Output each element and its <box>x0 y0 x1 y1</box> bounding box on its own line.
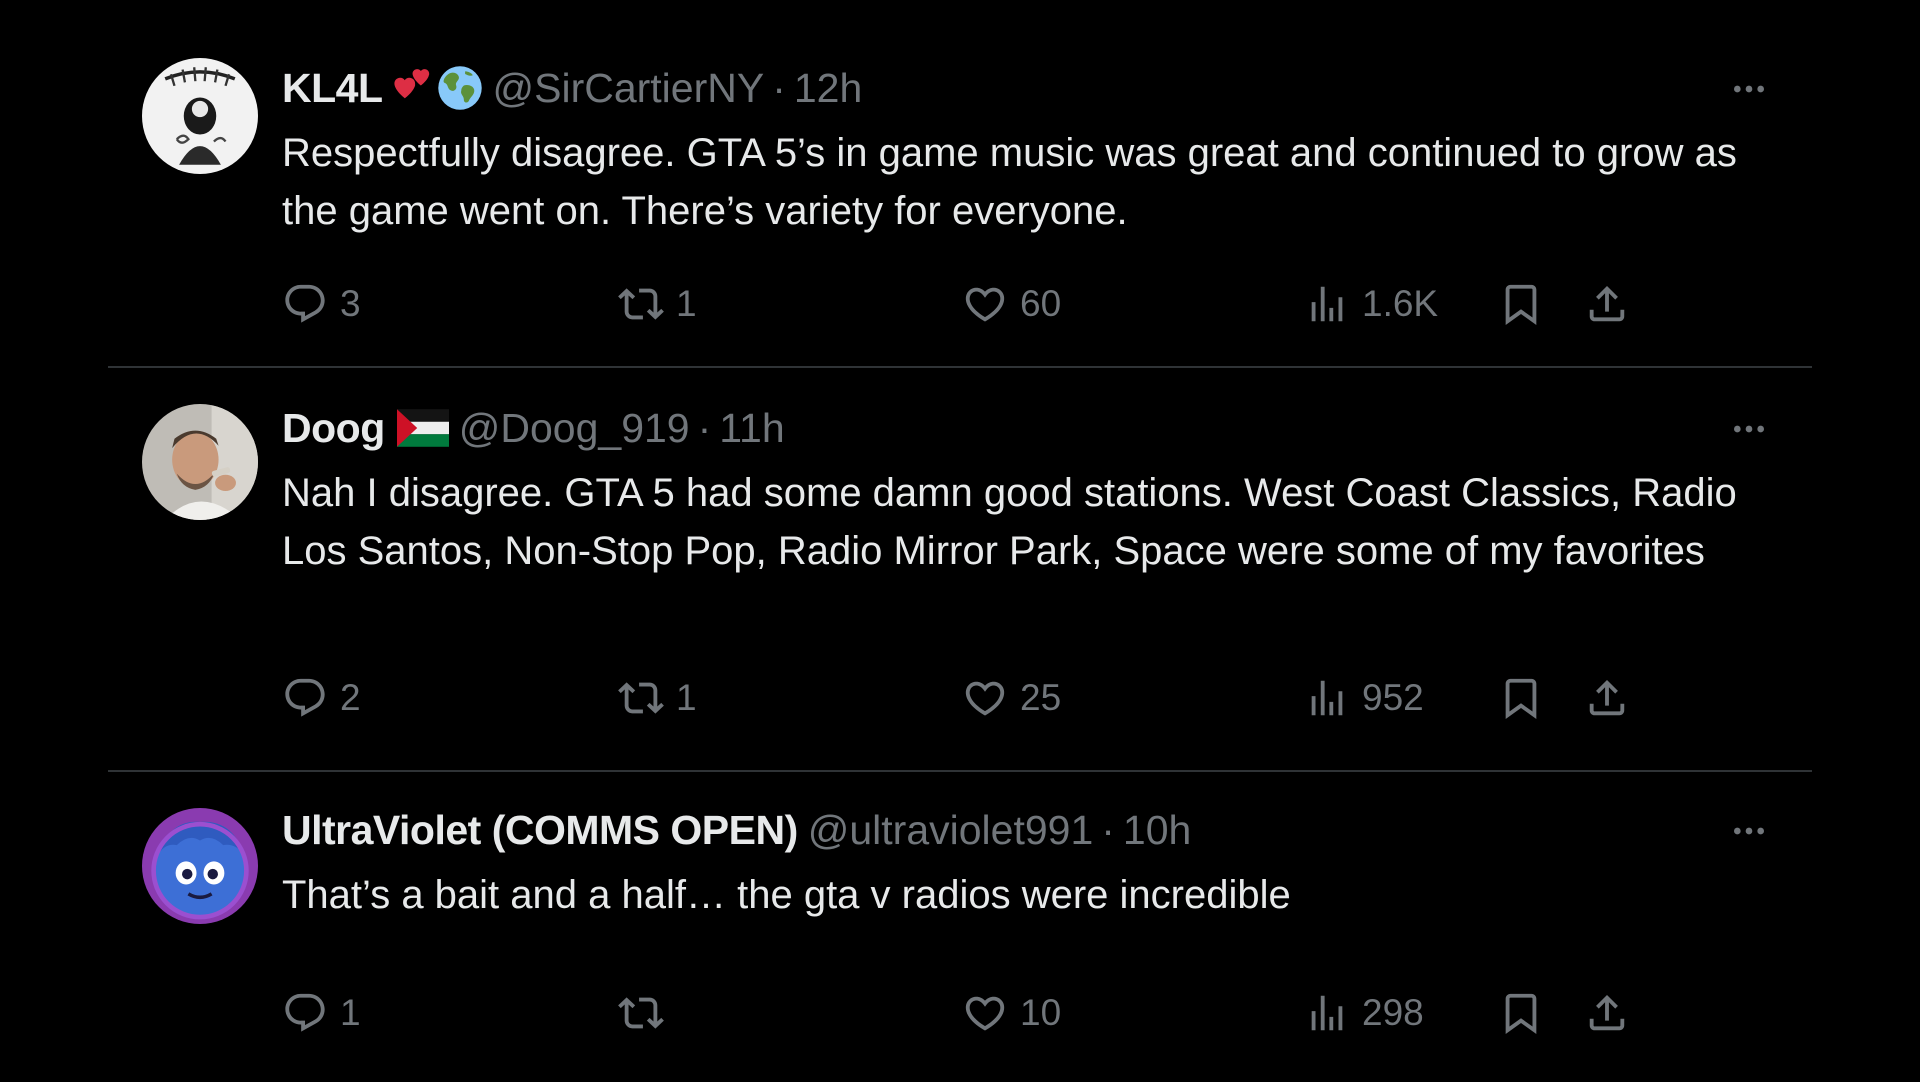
like-button[interactable]: 10 <box>962 985 1061 1041</box>
retweet-arrows-icon <box>618 281 664 327</box>
bookmark-icon <box>1498 281 1544 327</box>
like-count: 60 <box>1020 283 1062 324</box>
like-count: 10 <box>1020 992 1062 1033</box>
views-button[interactable]: 1.6K <box>1304 276 1438 332</box>
retweet-arrows-icon <box>618 675 664 721</box>
like-button[interactable]: 25 <box>962 670 1061 726</box>
tweet-header: UltraViolet (COMMS OPEN) @ultraviolet991… <box>282 802 1191 858</box>
bookmark-button[interactable] <box>1498 985 1544 1041</box>
retweet-button[interactable] <box>618 985 676 1041</box>
bar-chart-icon <box>1304 990 1350 1036</box>
view-count: 952 <box>1362 677 1424 718</box>
share-button[interactable] <box>1584 276 1630 332</box>
like-count: 25 <box>1020 677 1062 718</box>
speech-bubble-icon <box>282 990 328 1036</box>
bookmark-icon <box>1498 990 1544 1036</box>
user-handle[interactable]: @Doog_919 <box>459 405 690 452</box>
retweet-button[interactable]: 1 <box>618 670 697 726</box>
more-options-button[interactable] <box>1726 808 1772 854</box>
reply-count: 2 <box>340 677 361 718</box>
tweet-header: Doog @Doog_919 · 11h <box>282 400 785 456</box>
upload-arrow-icon <box>1584 990 1630 1036</box>
heart-icon <box>962 990 1008 1036</box>
heart-icon <box>962 281 1008 327</box>
reply-count: 3 <box>340 283 361 324</box>
heart-icon <box>962 675 1008 721</box>
avatar[interactable] <box>142 808 258 924</box>
reply-feed: KL4L @SirCartierNY · 12h Respectfully di… <box>108 0 1812 1082</box>
tweet-text: Nah I disagree. GTA 5 had some damn good… <box>282 471 1737 573</box>
display-name[interactable]: UltraViolet (COMMS OPEN) <box>282 807 798 854</box>
retweet-arrows-icon <box>618 990 664 1036</box>
user-handle[interactable]: @SirCartierNY <box>493 65 765 112</box>
reply-button[interactable]: 1 <box>282 985 361 1041</box>
ellipsis-icon <box>1729 811 1769 851</box>
upload-arrow-icon <box>1584 281 1630 327</box>
tweet-time[interactable]: 11h <box>719 405 784 452</box>
tweet-header: KL4L @SirCartierNY · 12h <box>282 60 862 116</box>
retweet-button[interactable]: 1 <box>618 276 697 332</box>
retweet-count: 1 <box>676 283 697 324</box>
ellipsis-icon <box>1729 409 1769 449</box>
tweet-time[interactable]: 10h <box>1123 807 1191 854</box>
tweet-2[interactable]: Doog @Doog_919 · 11h Nah I disagree. GTA… <box>108 368 1812 772</box>
bookmark-icon <box>1498 675 1544 721</box>
bookmark-button[interactable] <box>1498 670 1544 726</box>
meta-separator: · <box>772 64 786 111</box>
share-button[interactable] <box>1584 985 1630 1041</box>
bar-chart-icon <box>1304 281 1350 327</box>
tweet-actions: 3 1 60 1.6K <box>282 276 1776 332</box>
meta-separator: · <box>697 404 712 451</box>
speech-bubble-icon <box>282 675 328 721</box>
tweet-actions: 1 10 298 <box>282 985 1776 1041</box>
tweet-time[interactable]: 12h <box>794 65 862 112</box>
views-button[interactable]: 952 <box>1304 670 1424 726</box>
upload-arrow-icon <box>1584 675 1630 721</box>
globe-emoji <box>437 65 483 111</box>
share-button[interactable] <box>1584 670 1630 726</box>
tweet-actions: 2 1 25 952 <box>282 670 1776 726</box>
more-options-button[interactable] <box>1726 66 1772 112</box>
tweet-text: That’s a bait and a half… the gta v radi… <box>282 873 1291 917</box>
display-name[interactable]: KL4L <box>282 65 383 112</box>
user-handle[interactable]: @ultraviolet991 <box>808 807 1094 854</box>
bar-chart-icon <box>1304 675 1350 721</box>
view-count: 1.6K <box>1362 283 1439 324</box>
reply-button[interactable]: 3 <box>282 276 361 332</box>
bookmark-button[interactable] <box>1498 276 1544 332</box>
like-button[interactable]: 60 <box>962 276 1061 332</box>
meta-separator: · <box>1101 806 1115 853</box>
avatar[interactable] <box>142 404 258 520</box>
display-name[interactable]: Doog <box>282 405 385 452</box>
views-button[interactable]: 298 <box>1304 985 1424 1041</box>
speech-bubble-icon <box>282 281 328 327</box>
tweet-3[interactable]: UltraViolet (COMMS OPEN) @ultraviolet991… <box>108 772 1812 1082</box>
more-options-button[interactable] <box>1726 406 1772 452</box>
tweet-text: Respectfully disagree. GTA 5’s in game m… <box>282 131 1737 233</box>
reply-button[interactable]: 2 <box>282 670 361 726</box>
tweet-1[interactable]: KL4L @SirCartierNY · 12h Respectfully di… <box>108 0 1812 368</box>
ellipsis-icon <box>1729 69 1769 109</box>
view-count: 298 <box>1362 992 1424 1033</box>
retweet-count: 1 <box>676 677 697 718</box>
reply-count: 1 <box>340 992 361 1033</box>
two-hearts-emoji <box>387 65 433 111</box>
palestine-flag-emoji <box>396 409 449 447</box>
avatar[interactable] <box>142 58 258 174</box>
